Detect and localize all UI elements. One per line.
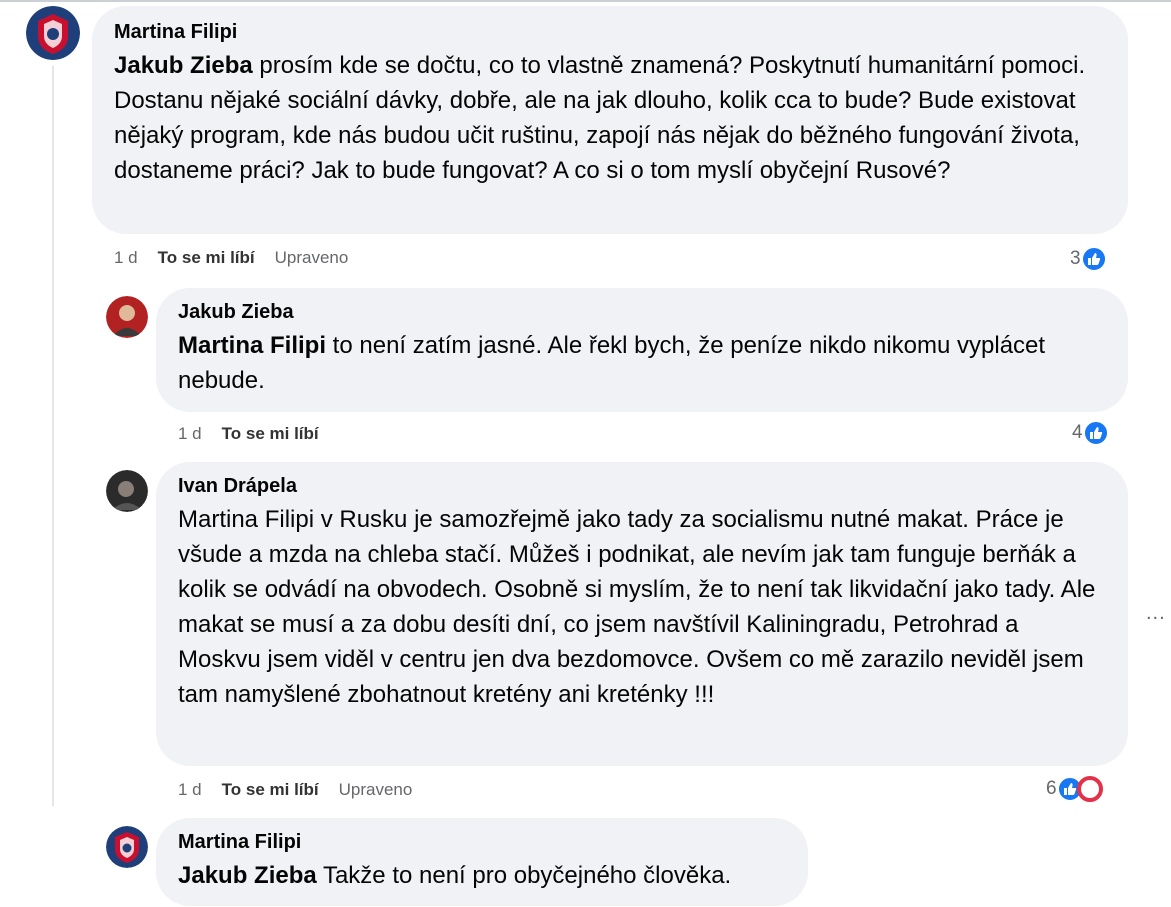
thread-line [52, 66, 54, 806]
mention-link[interactable]: Martina Filipi [178, 332, 326, 359]
reaction-count: 6 [1046, 778, 1057, 799]
comment-bubble: Martina Filipi Jakub Zieba prosím kde se… [92, 6, 1128, 234]
comment-bubble: Jakub Zieba Martina Filipi to není zatím… [156, 288, 1128, 412]
reaction-summary[interactable]: 4 [1072, 420, 1109, 446]
comment-meta: 1 d To se mi líbí [178, 424, 319, 444]
comment-text: Jakub Zieba prosím kde se dočtu, co to v… [114, 52, 1086, 184]
comment-author[interactable]: Martina Filipi [114, 20, 1106, 44]
like-button[interactable]: To se mi líbí [222, 424, 319, 444]
reaction-summary[interactable]: 6 [1046, 776, 1103, 802]
mention-link[interactable]: Jakub Zieba [178, 862, 317, 889]
like-button[interactable]: To se mi líbí [222, 780, 319, 800]
person-avatar-icon [106, 296, 148, 338]
comment-text: Jakub Zieba Takže to není pro obyčejného… [178, 862, 732, 889]
comment-time[interactable]: 1 d [114, 248, 138, 268]
comment-author[interactable]: Martina Filipi [178, 830, 786, 854]
comment-bubble: Ivan Drápela Martina Filipi v Rusku je s… [156, 462, 1128, 766]
comment-bubble: Martina Filipi Jakub Zieba Takže to není… [156, 818, 808, 906]
avatar-ivan[interactable] [106, 470, 148, 512]
comment-meta: 1 d To se mi líbí Upraveno [114, 248, 348, 268]
comment-author[interactable]: Jakub Zieba [178, 300, 1106, 324]
reaction-count: 4 [1072, 422, 1083, 443]
comment-time[interactable]: 1 d [178, 424, 202, 444]
more-options-icon[interactable]: ... [1146, 602, 1166, 625]
like-icon [1080, 246, 1107, 272]
reaction-count: 3 [1070, 248, 1081, 269]
person-avatar-icon [106, 470, 148, 512]
avatar-martina[interactable] [26, 6, 80, 60]
reaction-summary[interactable]: 3 [1070, 246, 1107, 272]
flag-avatar-icon [106, 826, 148, 868]
flag-avatar-icon [26, 6, 80, 60]
haha-icon [1076, 776, 1103, 802]
edited-label: Upraveno [338, 780, 413, 799]
comment-text: Martina Filipi to není zatím jasné. Ale … [178, 332, 1046, 394]
comment-meta: 1 d To se mi líbí Upraveno [178, 780, 412, 800]
top-divider [0, 0, 1171, 2]
avatar-jakub[interactable] [106, 296, 148, 338]
comment-text: Martina Filipi v Rusku je samozřejmě jak… [178, 506, 1096, 708]
like-button[interactable]: To se mi líbí [158, 248, 255, 268]
avatar-martina[interactable] [106, 826, 148, 868]
comment-time[interactable]: 1 d [178, 780, 202, 800]
comment-author[interactable]: Ivan Drápela [178, 474, 1106, 498]
edited-label: Upraveno [274, 248, 349, 267]
mention-link[interactable]: Jakub Zieba [114, 52, 253, 79]
like-icon [1082, 420, 1109, 446]
